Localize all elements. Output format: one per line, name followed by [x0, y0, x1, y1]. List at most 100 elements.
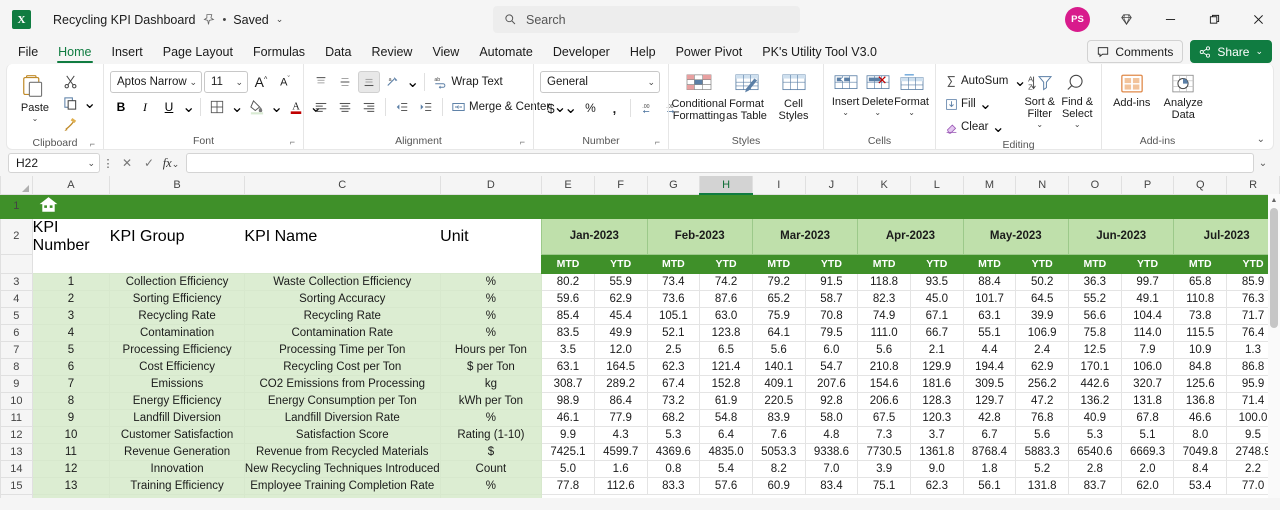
cell-value[interactable]: 9.0 [909, 460, 964, 478]
cell-value[interactable]: 5.6 [1015, 426, 1070, 444]
font-size-combobox[interactable]: 11 ⌄ [204, 71, 248, 93]
cell-empty[interactable] [1173, 494, 1227, 498]
align-center-icon[interactable] [334, 96, 356, 118]
cell-value[interactable]: 3.5 [541, 341, 595, 359]
saved-status[interactable]: Saved [233, 13, 268, 27]
cell-value[interactable]: 75.8 [1068, 324, 1122, 342]
column-header-C[interactable]: C [243, 176, 441, 195]
cell-value[interactable]: 49.1 [1120, 290, 1175, 308]
cell-value[interactable]: 50.2 [1015, 273, 1070, 291]
cell-value[interactable]: 131.8 [1120, 392, 1175, 410]
cell-value[interactable]: 39.9 [1015, 307, 1070, 325]
cell-value[interactable]: 8.2 [751, 460, 806, 478]
cell-value[interactable]: 68.2 [646, 409, 701, 427]
cell-kpi-name[interactable]: Recycling Rate [243, 307, 441, 325]
chevron-down-icon[interactable]: ⌄ [1074, 121, 1081, 129]
cell-value[interactable]: 65.8 [1173, 273, 1228, 291]
home-icon[interactable] [39, 196, 58, 213]
copy-button[interactable] [59, 92, 81, 114]
search-input[interactable]: Search [493, 6, 800, 33]
close-button[interactable] [1236, 0, 1280, 39]
cell-value[interactable]: 5.6 [751, 341, 806, 359]
cell-value[interactable]: 12.5 [1068, 341, 1122, 359]
cell-value[interactable]: 112.6 [593, 477, 648, 495]
column-header-E[interactable]: E [541, 176, 595, 195]
cell-value[interactable]: 6.7 [962, 426, 1017, 444]
cell-value[interactable]: 0.8 [646, 460, 701, 478]
restore-button[interactable] [1192, 0, 1236, 39]
cell-value[interactable]: 442.6 [1068, 375, 1122, 393]
tab-file[interactable]: File [8, 41, 48, 64]
cell-value[interactable]: 5.2 [1015, 460, 1070, 478]
cell-unit[interactable]: % [439, 324, 543, 342]
row-header-11[interactable]: 11 [0, 409, 33, 427]
cell-value[interactable]: 62.3 [646, 358, 701, 376]
vertical-scrollbar[interactable]: ▲ [1268, 194, 1280, 498]
paste-button[interactable]: Paste ⌄ [13, 68, 57, 123]
cell-value[interactable]: 54.8 [699, 409, 753, 427]
column-header-R[interactable]: R [1226, 176, 1280, 195]
column-header-O[interactable]: O [1068, 176, 1122, 195]
column-header-I[interactable]: I [751, 176, 806, 195]
cancel-icon[interactable]: ✕ [116, 156, 138, 170]
cell-kpi-name[interactable]: Revenue from Recycled Materials [243, 443, 441, 461]
insert-cells-button[interactable]: Insert ⌄ [830, 70, 861, 117]
cell-kpi-number[interactable]: 4 [31, 324, 111, 342]
tab-pk-utility-tool[interactable]: PK's Utility Tool V3.0 [752, 41, 887, 64]
currency-icon[interactable]: $ [540, 97, 562, 119]
column-header-M[interactable]: M [962, 176, 1017, 195]
cell-value[interactable]: 2.5 [646, 341, 701, 359]
cell-empty[interactable] [910, 494, 964, 498]
cell-value[interactable]: 114.0 [1120, 324, 1175, 342]
cell-empty[interactable] [752, 494, 806, 498]
cell-value[interactable]: 256.2 [1015, 375, 1070, 393]
cell-value[interactable]: 5.0 [541, 460, 595, 478]
cell-value[interactable]: 6.5 [699, 341, 753, 359]
conditional-formatting-button[interactable]: Conditional Formatting [671, 70, 727, 122]
cell-kpi-group[interactable]: Processing Efficiency [109, 341, 245, 359]
cell-value[interactable]: 152.8 [699, 375, 753, 393]
cell-value[interactable]: 101.7 [962, 290, 1017, 308]
cell-value[interactable]: 5.6 [857, 341, 911, 359]
tab-help[interactable]: Help [620, 41, 666, 64]
cell-value[interactable]: 36.3 [1068, 273, 1122, 291]
cell-value[interactable]: 8.4 [1173, 460, 1228, 478]
delete-cells-button[interactable]: Delete ⌄ [861, 70, 894, 117]
format-as-table-button[interactable]: Format as Table [723, 70, 770, 122]
cell-value[interactable]: 99.7 [1120, 273, 1175, 291]
formula-input[interactable] [186, 153, 1254, 173]
cell-value[interactable]: 7.3 [857, 426, 911, 444]
cell-value[interactable]: 207.6 [804, 375, 859, 393]
cell-value[interactable]: 308.7 [541, 375, 595, 393]
comma-icon[interactable]: , [603, 97, 625, 119]
cell-kpi-number[interactable]: 12 [31, 460, 111, 478]
cell-empty[interactable] [439, 494, 543, 498]
cell-value[interactable]: 64.1 [751, 324, 806, 342]
cell-value[interactable]: 63.1 [962, 307, 1017, 325]
cell-value[interactable]: 45.4 [593, 307, 648, 325]
cell-value[interactable]: 1.8 [962, 460, 1017, 478]
cell-value[interactable]: 4599.7 [593, 443, 648, 461]
cell-value[interactable]: 320.7 [1120, 375, 1175, 393]
row-header-4[interactable]: 4 [0, 290, 33, 308]
cell-value[interactable]: 64.5 [1015, 290, 1070, 308]
cell-empty[interactable] [1068, 494, 1122, 498]
cell-value[interactable]: 58.7 [804, 290, 859, 308]
row-header-13[interactable]: 13 [0, 443, 33, 461]
cell-empty[interactable] [109, 494, 245, 498]
cell-value[interactable]: 67.5 [857, 409, 911, 427]
comments-button[interactable]: Comments [1087, 40, 1184, 63]
cell-value[interactable]: 56.6 [1068, 307, 1122, 325]
cell-value[interactable]: 4.3 [593, 426, 648, 444]
cell-value[interactable]: 2.4 [1015, 341, 1070, 359]
cell-value[interactable]: 62.9 [1015, 358, 1070, 376]
cell-value[interactable]: 80.2 [541, 273, 595, 291]
column-header-K[interactable]: K [857, 176, 911, 195]
cell-value[interactable]: 93.5 [909, 273, 964, 291]
cell-value[interactable]: 84.8 [1173, 358, 1228, 376]
cell-value[interactable]: 55.1 [962, 324, 1017, 342]
cell-value[interactable]: 2.0 [1120, 460, 1175, 478]
scroll-up-icon[interactable]: ▲ [1268, 194, 1280, 207]
cell-value[interactable]: 5053.3 [751, 443, 806, 461]
expand-formula-bar-icon[interactable]: ⌄ [1254, 158, 1272, 169]
